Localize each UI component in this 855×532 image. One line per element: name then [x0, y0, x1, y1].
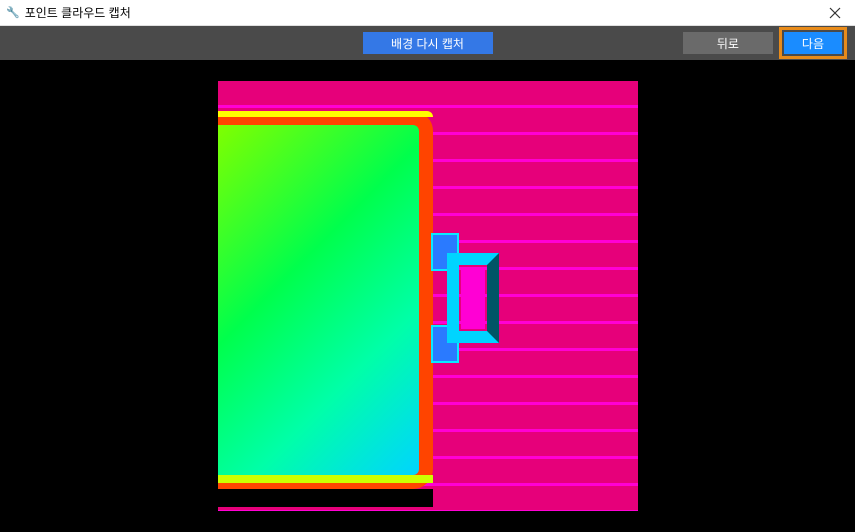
recapture-background-button[interactable]: 배경 다시 캡처: [363, 32, 493, 54]
close-button[interactable]: [815, 0, 855, 26]
window-title: 포인트 클라우드 캡처: [25, 4, 131, 21]
close-icon: [829, 7, 841, 19]
pointcloud-view[interactable]: [218, 81, 638, 511]
case-body-depth: [218, 111, 433, 489]
handle-inner-gap: [461, 267, 485, 329]
case-edge-highlight: [218, 475, 433, 483]
next-button-highlight: 다음: [779, 27, 847, 59]
wrench-icon: 🔧: [6, 6, 20, 19]
titlebar: 🔧 포인트 클라우드 캡처: [0, 0, 855, 26]
next-button[interactable]: 다음: [784, 32, 842, 54]
canvas-area: [0, 60, 855, 532]
case-handle: [431, 233, 503, 363]
toolbar: 배경 다시 캡처 뒤로 다음: [0, 26, 855, 60]
toolbar-right-group: 뒤로 다음: [683, 27, 847, 59]
back-button[interactable]: 뒤로: [683, 32, 773, 54]
